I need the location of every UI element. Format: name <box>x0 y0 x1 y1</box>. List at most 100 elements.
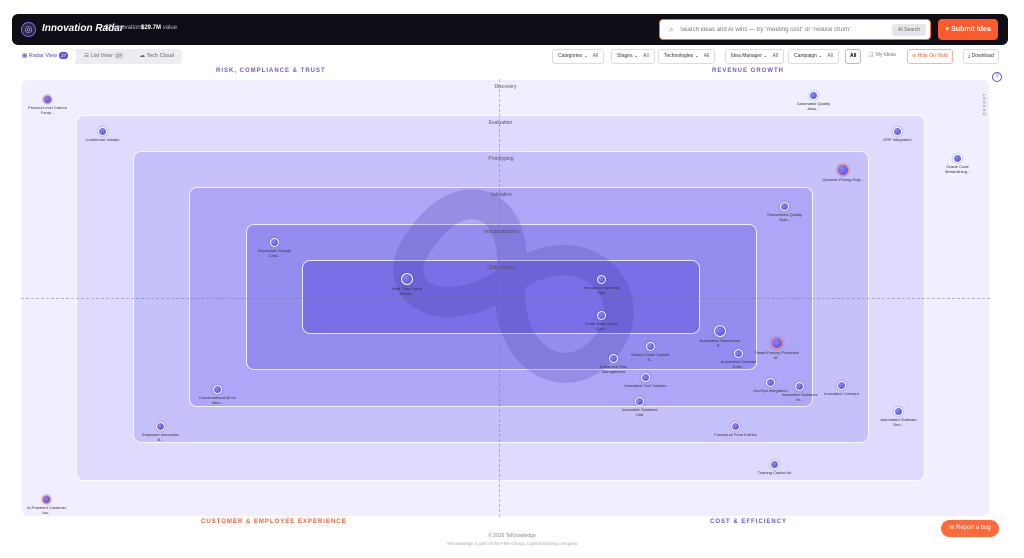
tab-count: 27 <box>114 52 124 59</box>
quadrant-customer-label: CUSTOMER & EMPLOYEE EXPERIENCE <box>201 519 347 525</box>
idea-marker[interactable] <box>731 422 740 431</box>
idea-label: Training Capital for <box>757 470 792 475</box>
tab-label: Tech Cloud <box>146 53 174 59</box>
search-input[interactable] <box>680 23 885 37</box>
filter-value: All <box>592 53 599 59</box>
idea-marker[interactable] <box>795 382 804 391</box>
idea-marker[interactable] <box>734 349 743 358</box>
search-icon: ⌕ <box>669 25 674 34</box>
hide-on-hold-button[interactable]: ⊘ Hide On Hold <box>907 49 953 64</box>
filter-technologies[interactable]: Technologies ⌄ All <box>658 49 716 64</box>
quadrant-risk-label: RISK, COMPLIANCE & TRUST <box>216 68 326 74</box>
pause-icon: ⊘ <box>912 53 917 59</box>
idea-label: Automated Quality Assu... <box>797 101 830 111</box>
idea-label: Product-Level Carbon Footp... <box>28 105 67 115</box>
idea-label: Contributor Inmatic <box>85 137 120 142</box>
legend-label: LEGEND <box>982 94 987 117</box>
idea-marker[interactable] <box>597 275 606 284</box>
ring-label-prototyping: Prototyping <box>488 156 514 162</box>
filter-label: Idea Manager <box>731 53 762 59</box>
chevron-down-icon: ⌄ <box>633 53 639 59</box>
idea-label: Automated Warehouse R... <box>699 338 741 348</box>
idea-marker[interactable] <box>609 354 618 363</box>
cloud-icon: ☁ <box>139 53 146 59</box>
idea-marker[interactable] <box>894 407 903 416</box>
hide-on-hold-label: Hide On Hold <box>917 53 948 59</box>
filter-label: Technologies <box>664 53 694 59</box>
idea-marker[interactable] <box>837 164 849 176</box>
idea-marker[interactable] <box>42 495 51 504</box>
filter-campaign[interactable]: Campaign ⌄ All <box>788 49 839 64</box>
idea-marker[interactable] <box>401 273 413 285</box>
filter-value: All <box>827 53 833 59</box>
idea-label: Conversational AI for Inter... <box>198 395 237 405</box>
all-toggle[interactable]: All <box>845 49 862 64</box>
footer-copyright: © 2026 TeKnowledge <box>488 533 536 539</box>
chevron-down-icon: ⌄ <box>583 53 588 59</box>
idea-label: AI-Powered Customer Jou... <box>26 505 67 515</box>
top-bar: ◎ Innovation Radar 27 innovations $29.7M… <box>12 14 1008 45</box>
idea-label: Real-Time Fraud Detect... <box>392 286 422 296</box>
horizontal-axis <box>21 298 990 299</box>
toolbar: ▦ Radar View 27 ☰ List View 27 ☁ Tech Clou… <box>12 48 1008 66</box>
grid-icon: ▦ <box>22 53 28 59</box>
idea-marker[interactable] <box>597 311 606 320</box>
search-bar[interactable]: ⌕ AI Search <box>659 19 931 40</box>
idea-marker[interactable] <box>770 460 779 469</box>
idea-label: Automated Contract Com... <box>720 359 757 369</box>
idea-label: ERP Integration <box>883 137 912 142</box>
idea-marker[interactable] <box>270 238 279 247</box>
radar-canvas: Discovery Evaluation Prototyping Validat… <box>21 79 990 517</box>
chevron-down-icon: ⌄ <box>694 53 699 59</box>
idea-marker[interactable] <box>635 397 644 406</box>
total-value-amount: $29.7M <box>141 25 162 31</box>
idea-marker[interactable] <box>893 127 902 136</box>
tab-count: 27 <box>59 52 69 59</box>
quadrant-revenue-label: REVENUE GROWTH <box>712 68 785 74</box>
idea-marker[interactable] <box>156 422 165 431</box>
view-tabs: ▦ Radar View 27 ☰ List View 27 ☁ Tech Clou… <box>14 49 182 64</box>
idea-marker[interactable] <box>766 378 775 387</box>
idea-label: Smart Factory Predictive M... <box>755 350 799 360</box>
legend-toggle-button[interactable]: ? <box>992 72 1002 82</box>
submit-idea-button[interactable]: + Submit Idea <box>938 19 998 40</box>
idea-marker[interactable] <box>43 95 52 104</box>
bug-icon: ✉ <box>949 525 955 531</box>
idea-marker[interactable] <box>646 342 655 351</box>
idea-label: Innovative Solutions Hub <box>621 407 658 417</box>
innovations-count: 27 innovations <box>105 25 144 31</box>
idea-label: Automated Software Dev... <box>880 417 917 427</box>
idea-label: Blockchain Supply Chai... <box>258 248 291 258</box>
my-ideas-label: My Ideas <box>875 52 897 58</box>
idea-marker[interactable] <box>953 154 962 163</box>
filter-label: Stages <box>617 53 633 59</box>
idea-marker[interactable] <box>714 325 726 337</box>
footer-tagline: TeKnowledge is part of the FNH Group, a … <box>446 541 578 546</box>
filter-categories[interactable]: Categories ⌄ All <box>552 49 605 64</box>
total-value-label: value <box>162 25 178 31</box>
chevron-down-icon: ⌄ <box>763 53 768 59</box>
download-button[interactable]: ⤓ Download <box>963 49 999 64</box>
idea-marker[interactable] <box>98 127 107 136</box>
my-ideas-toggle[interactable]: 👤︎ My Ideas <box>864 49 900 64</box>
idea-marker[interactable] <box>641 373 650 382</box>
ring-label-evaluation: Evaluation <box>488 120 513 126</box>
filter-idea-manager[interactable]: Idea Manager ⌄ All <box>725 49 785 64</box>
submit-idea-label: Submit Idea <box>951 26 991 33</box>
filter-value: All <box>772 53 779 59</box>
idea-marker[interactable] <box>837 381 846 390</box>
quadrant-cost-label: COST & EFFICIENCY <box>710 519 788 525</box>
tab-radar-view[interactable]: ▦ Radar View 27 <box>14 49 77 64</box>
tab-list-view[interactable]: ☰ List View 27 <box>76 49 131 64</box>
ai-search-button[interactable]: AI Search <box>892 24 926 36</box>
report-bug-button[interactable]: ✉ Report a bug <box>941 520 999 537</box>
tab-tech-cloud[interactable]: ☁ Tech Cloud <box>132 49 182 64</box>
idea-marker[interactable] <box>809 91 818 100</box>
filter-stages[interactable]: Stages ⌄ All <box>611 49 655 64</box>
idea-label: Dynamic Pricing Engi... <box>822 177 864 182</box>
idea-marker[interactable] <box>780 202 789 211</box>
idea-label: Oracle Code Streamlining... <box>944 164 971 174</box>
chevron-down-icon: ⌄ <box>818 53 823 59</box>
idea-marker[interactable] <box>771 337 783 349</box>
idea-marker[interactable] <box>213 385 222 394</box>
